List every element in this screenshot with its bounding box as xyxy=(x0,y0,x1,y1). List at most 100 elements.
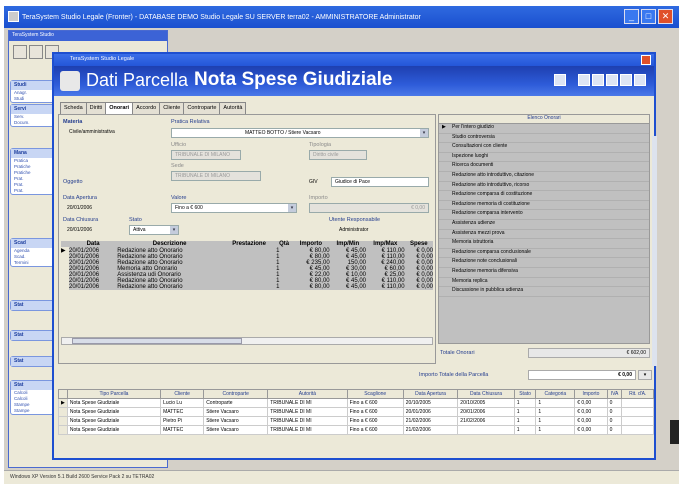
navigation-window-title[interactable]: TeraSystem Studio xyxy=(9,31,167,41)
valore-select[interactable]: Fino a € 600 ▾ xyxy=(171,203,297,213)
parcelle-cell[interactable]: 21/02/2006 xyxy=(402,416,459,426)
tab-scheda[interactable]: Scheda xyxy=(60,102,87,114)
elenco-item[interactable]: Redazione comparsa di costituzione xyxy=(439,191,649,201)
nav-group-header[interactable]: Stat xyxy=(11,357,55,366)
first-record-icon[interactable] xyxy=(578,74,590,86)
parcelle-cell[interactable]: TRIBUNALE DI MI xyxy=(267,425,348,435)
elenco-item[interactable]: Redazione comparsa conclusionale xyxy=(439,249,649,259)
parcelle-cell[interactable]: Stiere Vacsaro xyxy=(203,425,269,435)
onorari-cell[interactable]: € 80,00 xyxy=(292,247,330,254)
onorari-cell[interactable]: 20/01/2006 xyxy=(69,247,117,254)
parcelle-cell[interactable]: € 0,00 xyxy=(574,425,608,435)
nav-item[interactable]: Termini xyxy=(11,260,55,266)
nav-group-header[interactable]: Scad xyxy=(11,239,55,248)
parcelle-cell[interactable]: Fino a € 600 xyxy=(346,416,404,426)
nav-item[interactable]: Docum. xyxy=(11,120,55,126)
parcelle-row[interactable]: Nota Spese Giudiziale MATTEC Stiere Vacsar… xyxy=(58,425,654,435)
onorari-cell[interactable]: € 110,00 xyxy=(366,247,405,254)
parcelle-cell[interactable]: 21/02/2006 xyxy=(402,425,459,435)
parcelle-cell[interactable]: Nota Spese Giudiziale xyxy=(66,398,162,408)
parcelle-cell[interactable]: 21/02/2006 xyxy=(457,416,515,426)
parcelle-cell[interactable]: Pietro Pi xyxy=(160,416,205,426)
parcelle-cell[interactable]: Fino a € 600 xyxy=(346,407,404,417)
tab-diritti[interactable]: Diritti xyxy=(85,102,107,114)
minimize-button[interactable]: _ xyxy=(624,9,639,24)
gdp-field[interactable]: Giudice di Pace xyxy=(331,177,429,187)
row-selector[interactable] xyxy=(58,407,68,417)
parcelle-cell[interactable]: 20/01/2006 xyxy=(402,407,459,417)
last-record-icon[interactable] xyxy=(620,74,632,86)
elenco-item[interactable]: Discussione in pubblica udienza xyxy=(439,287,649,297)
chevron-down-icon[interactable]: ▾ xyxy=(288,204,296,212)
parcelle-cell[interactable]: Controparte xyxy=(203,398,269,408)
parcelle-cell[interactable]: Nota Spese Giudiziale xyxy=(66,407,162,417)
parcelle-cell[interactable]: Stiere Vacsaro xyxy=(203,416,269,426)
parcelle-cell[interactable] xyxy=(457,425,515,435)
parcelle-cell[interactable]: 1 xyxy=(535,398,576,408)
nav-item[interactable]: Stampe xyxy=(11,408,55,414)
elenco-item[interactable]: Redazione memoria di costituzione xyxy=(439,201,649,211)
parcelle-cell[interactable]: Fino a € 600 xyxy=(346,425,404,435)
tab-onorari[interactable]: Onorari xyxy=(105,102,134,114)
elenco-item[interactable]: Consultazioni con cliente xyxy=(439,143,649,153)
onorari-cell[interactable]: Redazione atto Onorario xyxy=(117,247,222,254)
parcelle-cell[interactable]: 0 xyxy=(606,407,623,417)
parcelle-cell[interactable]: TRIBUNALE DI MI xyxy=(267,398,348,408)
elenco-item[interactable]: Redazione note conclusionali xyxy=(439,258,649,268)
parcelle-cell[interactable]: TRIBUNALE DI MI xyxy=(267,407,348,417)
scroll-thumb[interactable] xyxy=(72,338,242,344)
dialog-titlebar[interactable]: TeraSystem Studio Legale xyxy=(54,54,654,66)
tab-accordo[interactable]: Accordo xyxy=(132,102,161,114)
nav-item[interactable]: Prat. xyxy=(11,188,55,194)
elenco-item[interactable]: Memoria istruttoria xyxy=(439,239,649,249)
home-icon[interactable] xyxy=(13,45,27,59)
onorari-cell[interactable]: 1 xyxy=(276,247,292,254)
row-selector[interactable]: ▶ xyxy=(58,398,68,408)
parcelle-col-header[interactable]: Categoria xyxy=(535,389,576,399)
parcelle-cell[interactable]: € 0,00 xyxy=(574,398,608,408)
calculator-icon[interactable] xyxy=(554,74,566,86)
chevron-down-icon[interactable]: ▾ xyxy=(170,226,178,234)
print-icon[interactable] xyxy=(29,45,43,59)
nav-group-header[interactable]: Servi xyxy=(11,105,55,114)
nav-group-header[interactable]: Stat xyxy=(11,381,55,390)
parcelle-cell[interactable]: € 0,00 xyxy=(574,416,608,426)
parcelle-cell[interactable]: 0 xyxy=(606,425,623,435)
parcelle-cell[interactable]: Stiere Vacsaro xyxy=(203,407,269,417)
parcelle-cell[interactable]: MATTEC xyxy=(160,425,205,435)
parcelle-col-header[interactable]: Scaglione xyxy=(346,389,404,399)
elenco-item[interactable]: Redazione memoria difensiva xyxy=(439,268,649,278)
parcelle-cell[interactable]: TRIBUNALE DI MI xyxy=(267,416,348,426)
parcelle-col-header[interactable]: Cliente xyxy=(160,389,205,399)
elenco-item[interactable]: Studio controversia xyxy=(439,134,649,144)
parcelle-col-header[interactable]: Rit. d'A. xyxy=(621,389,654,399)
onorari-cell[interactable]: Redazione atto Onorario xyxy=(117,284,222,290)
main-window-titlebar[interactable]: TeraSystem Studio Legale (Fronter) - DAT… xyxy=(4,6,679,28)
elenco-item[interactable]: Redazione atto introduttivo, citazione xyxy=(439,172,649,182)
onorari-row[interactable]: 20/01/2006 Redazione atto Onorario 1 € 80,0… xyxy=(61,284,433,290)
parcelle-cell[interactable]: Nota Spese Giudiziale xyxy=(66,416,162,426)
row-selector[interactable] xyxy=(61,284,69,290)
stato-select[interactable]: Attiva ▾ xyxy=(129,225,179,235)
parcelle-cell[interactable] xyxy=(621,407,654,417)
onorari-hscrollbar[interactable] xyxy=(61,337,433,345)
next-record-icon[interactable] xyxy=(606,74,618,86)
parcelle-cell[interactable]: 1 xyxy=(513,416,537,426)
parcelle-cell[interactable]: Nota Spese Giudiziale xyxy=(66,425,162,435)
tab-cliente[interactable]: Cliente xyxy=(159,102,185,114)
parcelle-cell[interactable]: 1 xyxy=(513,407,537,417)
parcelle-cell[interactable] xyxy=(621,416,654,426)
onorari-cell[interactable]: € 45,00 xyxy=(330,247,366,254)
parcelle-row[interactable]: ▶ Nota Spese Giudiziale Lucio Lu Contropart… xyxy=(58,398,654,408)
parcelle-row[interactable]: Nota Spese Giudiziale MATTEC Stiere Vacsar… xyxy=(58,407,654,417)
elenco-item[interactable]: Memoria replica xyxy=(439,278,649,288)
parcelle-cell[interactable]: 1 xyxy=(535,416,576,426)
dialog-close-button[interactable] xyxy=(641,55,651,65)
parcelle-cell[interactable]: 20/01/2006 xyxy=(457,407,515,417)
close-record-icon[interactable] xyxy=(634,74,646,86)
onorari-cell[interactable]: € 80,00 xyxy=(292,284,330,290)
nav-item[interactable]: Studi xyxy=(11,96,55,102)
parcelle-cell[interactable]: Fino a € 600 xyxy=(346,398,404,408)
elenco-item[interactable]: Ispezione luoghi xyxy=(439,153,649,163)
elenco-item[interactable]: Ricerca documenti xyxy=(439,162,649,172)
